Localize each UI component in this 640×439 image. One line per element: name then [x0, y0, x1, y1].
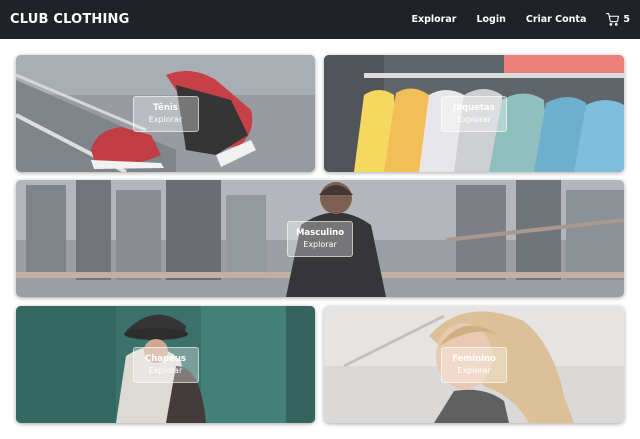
tile-explore-link[interactable]: Explorar — [303, 239, 336, 251]
category-tile-masculino[interactable]: Masculino Explorar — [16, 180, 624, 297]
tile-label-jaquetas[interactable]: Jaquetas Explorar — [441, 95, 507, 132]
cart-icon — [606, 13, 620, 26]
tile-title: Masculino — [295, 227, 345, 238]
navbar: CLUB CLOTHING Explorar Login Criar Conta… — [0, 0, 640, 39]
nav-links: Explorar Login Criar Conta 5 — [391, 13, 630, 26]
tile-explore-link[interactable]: Explorar — [149, 365, 182, 377]
tile-label-tenis[interactable]: Tênis Explorar — [132, 95, 199, 132]
nav-signup-link[interactable]: Criar Conta — [526, 14, 587, 25]
nav-explore-link[interactable]: Explorar — [411, 14, 456, 25]
tile-title: Chapéus — [145, 353, 186, 364]
tile-explore-link[interactable]: Explorar — [457, 114, 490, 126]
tile-explore-link[interactable]: Explorar — [457, 365, 490, 377]
tile-explore-link[interactable]: Explorar — [149, 114, 182, 126]
category-tile-jaquetas[interactable]: Jaquetas Explorar — [324, 55, 624, 172]
category-tile-feminino[interactable]: Feminino Explorar — [324, 306, 624, 423]
tile-title: Jaquetas — [453, 102, 495, 113]
category-tile-tenis[interactable]: Tênis Explorar — [16, 55, 315, 172]
brand-logo[interactable]: CLUB CLOTHING — [10, 12, 130, 27]
tile-label-feminino[interactable]: Feminino Explorar — [441, 346, 507, 383]
nav-login-link[interactable]: Login — [476, 14, 505, 25]
tile-label-chapeus[interactable]: Chapéus Explorar — [132, 346, 199, 383]
tile-title: Feminino — [452, 353, 496, 364]
tile-title: Tênis — [153, 102, 178, 113]
cart-count-badge: 5 — [623, 14, 630, 25]
category-tile-chapeus[interactable]: Chapéus Explorar — [16, 306, 315, 423]
tile-label-masculino[interactable]: Masculino Explorar — [287, 220, 353, 257]
cart-button[interactable]: 5 — [606, 13, 630, 26]
